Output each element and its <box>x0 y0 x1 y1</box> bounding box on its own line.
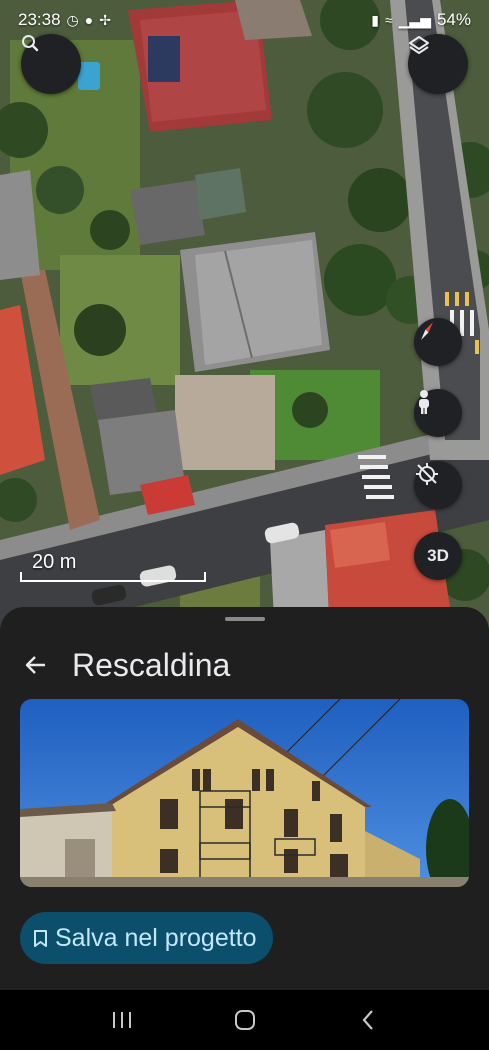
signal-icon: ▁▃▅ <box>398 11 431 28</box>
status-left: 23:38 ◷ ● ✢ <box>18 10 111 30</box>
search-button[interactable] <box>21 34 81 94</box>
scale-bar <box>20 572 206 582</box>
street-view-button[interactable] <box>414 389 462 437</box>
place-sheet: Rescaldina Salva nel progetto <box>0 607 489 990</box>
layers-icon <box>409 36 429 54</box>
location-off-icon <box>416 463 438 485</box>
status-time: 23:38 <box>18 10 61 29</box>
sheet-header: Rescaldina <box>20 645 230 685</box>
satellite-map[interactable]: 23:38 ◷ ● ✢ ▮ ≈ ▁▃▅ 54% 3D 20 m <box>0 0 489 640</box>
system-nav-bar <box>0 990 489 1050</box>
compass-button[interactable] <box>414 318 462 366</box>
recent-apps-icon <box>112 1012 131 1028</box>
pegman-icon <box>419 390 429 414</box>
home-icon <box>234 1010 255 1030</box>
3d-label: 3D <box>427 546 449 565</box>
my-location-button[interactable] <box>414 461 462 509</box>
back-button[interactable] <box>20 649 52 681</box>
bookmark-icon <box>34 929 47 947</box>
status-right: ▮ ≈ ▁▃▅ 54% <box>371 10 471 30</box>
battery-level: 54% <box>436 10 471 29</box>
back-icon <box>362 1010 373 1030</box>
compass-icon <box>421 322 433 340</box>
slack-icon: ✢ <box>99 11 111 28</box>
chat-icon: ● <box>84 12 94 28</box>
whatsapp-icon: ◷ <box>66 11 79 28</box>
layers-button[interactable] <box>408 34 468 94</box>
place-title: Rescaldina <box>72 646 231 683</box>
save-label: Salva nel progetto <box>55 923 257 952</box>
map-scale: 20 m <box>20 548 206 582</box>
scale-label: 20 m <box>32 551 77 573</box>
search-icon <box>22 35 39 52</box>
save-to-project-button[interactable]: Salva nel progetto <box>20 912 273 964</box>
3d-toggle-button[interactable]: 3D <box>414 532 462 580</box>
building-photo <box>20 699 469 887</box>
wifi-icon: ≈ <box>384 12 393 28</box>
system-back-button[interactable] <box>343 1000 393 1040</box>
home-button[interactable] <box>220 1000 270 1040</box>
battery-saver-icon: ▮ <box>371 11 379 28</box>
place-photo[interactable] <box>20 699 469 887</box>
drag-handle[interactable] <box>225 617 265 621</box>
recent-apps-button[interactable] <box>97 1000 147 1040</box>
arrow-back-icon <box>25 656 45 674</box>
